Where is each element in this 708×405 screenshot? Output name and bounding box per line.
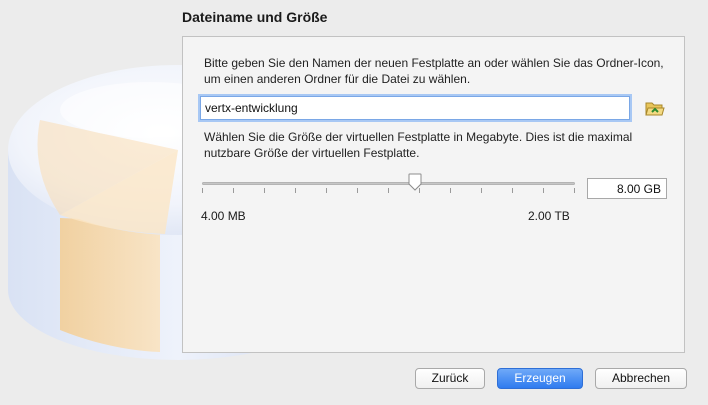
size-range-min: 4.00 MB: [201, 209, 246, 223]
choose-folder-button[interactable]: [645, 99, 665, 117]
slider-tick: [233, 188, 234, 193]
slider-tick: [481, 188, 482, 193]
slider-tick: [357, 188, 358, 193]
slider-track: [202, 182, 575, 185]
slider-tick: [450, 188, 451, 193]
size-description: Wählen Sie die Größe der virtuellen Fest…: [204, 130, 633, 160]
settings-panel: Bitte geben Sie den Namen der neuen Fest…: [182, 36, 685, 353]
slider-tick: [574, 188, 575, 193]
slider-tick: [264, 188, 265, 193]
size-range-max: 2.00 TB: [528, 209, 570, 223]
slider-thumb[interactable]: [408, 173, 422, 191]
folder-open-icon: [645, 102, 665, 116]
cancel-button[interactable]: Abbrechen: [595, 368, 687, 389]
slider-tick: [326, 188, 327, 193]
slider-tick: [295, 188, 296, 193]
size-value-field[interactable]: [587, 178, 667, 199]
slider-tick: [512, 188, 513, 193]
file-location-description: Bitte geben Sie den Namen der neuen Fest…: [204, 56, 664, 86]
create-button[interactable]: Erzeugen: [497, 368, 583, 389]
slider-tick: [543, 188, 544, 193]
slider-tick: [388, 188, 389, 193]
back-button[interactable]: Zurück: [415, 368, 485, 389]
file-name-input[interactable]: [200, 96, 630, 120]
slider-tick: [202, 188, 203, 193]
slider-ticks: [202, 188, 575, 194]
size-slider[interactable]: [202, 173, 575, 195]
dialog-title: Dateiname und Größe: [182, 9, 328, 25]
